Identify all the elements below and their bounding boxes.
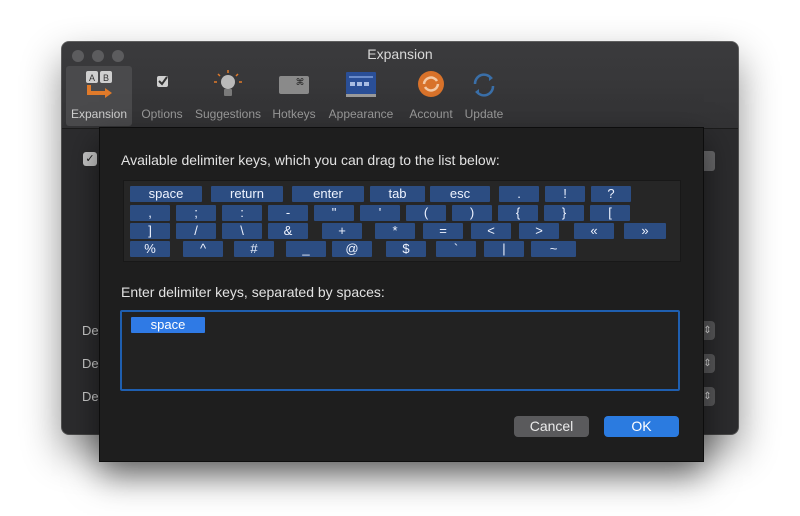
delimiter-key[interactable]: [ (590, 205, 630, 221)
toolbar-label: Account (409, 107, 453, 121)
delimiter-key[interactable]: % (130, 241, 170, 257)
background-row-label: De (82, 389, 99, 404)
toolbar-label: Update (464, 107, 504, 121)
account-sync-icon (418, 71, 444, 97)
delimiter-key[interactable]: ` (436, 241, 476, 257)
toolbar-tab-options[interactable]: Options (136, 66, 188, 126)
delimiter-key[interactable]: @ (332, 241, 372, 257)
delimiter-key[interactable]: tab (370, 186, 425, 202)
delimiter-key[interactable]: space (130, 186, 202, 202)
toolbar-tab-account[interactable]: Account (402, 66, 460, 126)
available-keys-palette: space return enter tab esc . ! ? , ; : -… (123, 180, 681, 262)
available-keys-heading: Available delimiter keys, which you can … (121, 152, 500, 168)
checkbox-icon (157, 76, 168, 87)
delimiter-key[interactable]: , (130, 205, 170, 221)
delimiter-key[interactable]: ^ (183, 241, 223, 257)
svg-text:B: B (103, 73, 109, 83)
delimiter-keys-sheet: Available delimiter keys, which you can … (99, 127, 704, 462)
toolbar-tab-hotkeys[interactable]: ⌘ Hotkeys (268, 66, 320, 126)
delimiter-key[interactable]: / (176, 223, 216, 239)
window-title: Expansion (367, 46, 433, 62)
delimiter-token-field[interactable]: space (120, 310, 680, 391)
cancel-button[interactable]: Cancel (514, 416, 589, 437)
delimiter-key[interactable]: > (519, 223, 559, 239)
delimiter-key[interactable]: » (624, 223, 666, 239)
toolbar-tab-expansion[interactable]: A B Expansion (66, 66, 132, 126)
delimiter-key[interactable]: & (268, 223, 308, 239)
delimiter-key[interactable]: ? (591, 186, 631, 202)
delimiter-key[interactable]: | (484, 241, 524, 257)
delimiter-key[interactable]: ; (176, 205, 216, 221)
delimiter-key[interactable]: esc (430, 186, 490, 202)
delimiter-key[interactable]: { (498, 205, 538, 221)
toolbar-tab-appearance[interactable]: Appearance (324, 66, 398, 126)
delimiter-key[interactable]: enter (292, 186, 364, 202)
delimiter-key[interactable]: - (268, 205, 308, 221)
delimiter-key[interactable]: } (544, 205, 584, 221)
toolbar-label: Suggestions (194, 107, 262, 121)
toolbar-tab-update[interactable]: Update (460, 66, 508, 126)
delimiter-key[interactable]: $ (386, 241, 426, 257)
background-checkbox[interactable]: ✓ (83, 152, 97, 166)
update-icon (473, 73, 495, 97)
toolbar-label: Appearance (328, 107, 394, 121)
delimiter-key[interactable]: ~ (531, 241, 576, 257)
lightbulb-icon (214, 70, 242, 96)
toolbar-tab-suggestions[interactable]: Suggestions (190, 66, 266, 126)
display-icon (346, 72, 376, 97)
delimiter-key[interactable]: ] (130, 223, 170, 239)
delimiter-key[interactable]: # (234, 241, 274, 257)
command-key-icon: ⌘ (279, 76, 309, 94)
delimiter-key[interactable]: ) (452, 205, 492, 221)
delimiter-key[interactable]: : (222, 205, 262, 221)
delimiter-key[interactable]: . (499, 186, 539, 202)
delimiter-key[interactable]: = (423, 223, 463, 239)
toolbar-label: Options (141, 107, 183, 121)
toolbar-label: Hotkeys (272, 107, 316, 121)
background-row-label: De (82, 323, 99, 338)
delimiter-key[interactable]: " (314, 205, 354, 221)
delimiter-token[interactable]: space (131, 317, 205, 333)
delimiter-key[interactable]: ! (545, 186, 585, 202)
toolbar-label: Expansion (70, 107, 128, 121)
delimiter-key[interactable]: _ (286, 241, 326, 257)
delimiter-key[interactable]: + (322, 223, 362, 239)
background-row-label: De (82, 356, 99, 371)
expansion-icon: A B (86, 71, 112, 98)
delimiter-key[interactable]: ( (406, 205, 446, 221)
ok-button[interactable]: OK (604, 416, 679, 437)
svg-text:A: A (89, 73, 95, 83)
entry-heading: Enter delimiter keys, separated by space… (121, 284, 385, 300)
delimiter-key[interactable]: « (574, 223, 614, 239)
svg-text:⌘: ⌘ (296, 78, 305, 88)
delimiter-key[interactable]: return (211, 186, 283, 202)
title-bar: Expansion A B Expansion Options Suggesti… (62, 42, 738, 129)
delimiter-key[interactable]: * (375, 223, 415, 239)
delimiter-key[interactable]: < (471, 223, 511, 239)
delimiter-key[interactable]: ' (360, 205, 400, 221)
delimiter-key[interactable]: \ (222, 223, 262, 239)
